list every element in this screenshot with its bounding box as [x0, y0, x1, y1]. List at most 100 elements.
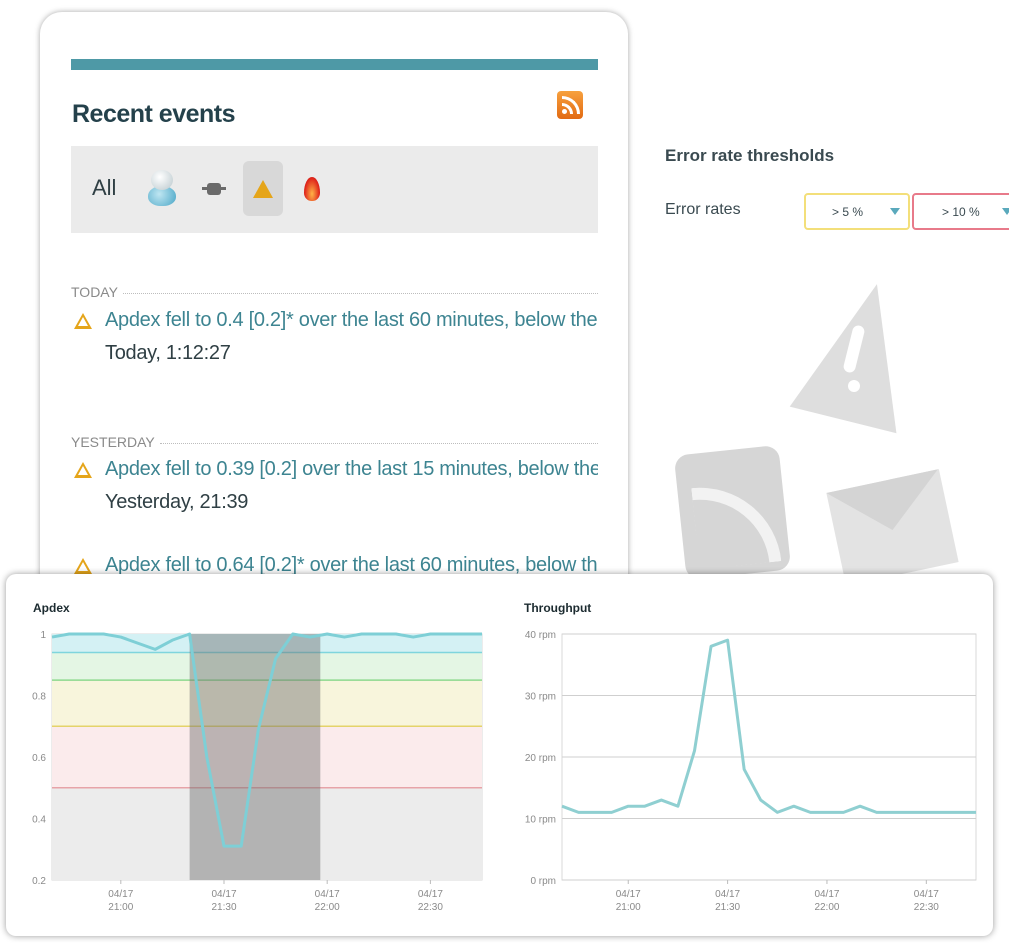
user-icon[interactable] [148, 170, 176, 206]
data-point [223, 845, 226, 848]
y-tick-label: 10 rpm [525, 815, 556, 826]
x-tick-label: 22:30 [914, 902, 939, 913]
data-point [257, 728, 260, 731]
x-tick-label: 21:30 [211, 902, 236, 913]
background-rss-icon [673, 444, 792, 581]
data-point [137, 642, 140, 645]
data-point [859, 805, 862, 808]
x-tick-label: 21:00 [108, 902, 133, 913]
x-tick-label: 22:30 [418, 902, 443, 913]
data-point [825, 811, 828, 814]
data-point [908, 811, 911, 814]
x-tick-label: 04/17 [418, 889, 443, 900]
event-item[interactable]: Apdex fell to 0.4 [0.2]* over the last 6… [71, 309, 598, 369]
data-point [975, 811, 978, 814]
divider [159, 442, 598, 444]
panel-accent-bar [71, 59, 598, 70]
data-point [776, 811, 779, 814]
x-tick-label: 04/17 [211, 889, 236, 900]
data-point [274, 657, 277, 660]
data-point [892, 811, 895, 814]
x-tick-label: 04/17 [315, 889, 340, 900]
y-tick-label: 0.4 [32, 815, 46, 826]
data-point [463, 633, 466, 636]
data-point [205, 756, 208, 759]
data-point [188, 633, 191, 636]
fire-icon[interactable] [304, 177, 320, 201]
filter-all-button[interactable]: All [92, 175, 116, 201]
charts-panel: Apdex Throughput 0.2 0.4 0.6 0.8 1 04/17 21:00… [6, 574, 993, 936]
warning-threshold-value: > 5 % [832, 205, 864, 219]
warning-threshold-select[interactable]: > 5 % [804, 193, 910, 230]
event-time: Today, 1:12:27 [105, 342, 231, 364]
data-point [68, 633, 71, 636]
data-point [643, 805, 646, 808]
data-point [102, 633, 105, 636]
event-item[interactable]: Apdex fell to 0.39 [0.2] over the last 1… [71, 458, 598, 518]
background-warning-dot [848, 380, 860, 392]
data-point [154, 648, 157, 651]
rss-feed-icon[interactable] [557, 91, 583, 119]
apdex-chart-title: Apdex [33, 601, 70, 615]
background-mail-icon [826, 469, 959, 586]
data-point [759, 799, 762, 802]
critical-threshold-select[interactable]: > 10 % [912, 193, 1009, 230]
day-header-yesterday: YESTERDAY [71, 434, 598, 450]
data-point [377, 633, 380, 636]
data-point [693, 749, 696, 752]
data-point [941, 811, 944, 814]
data-point [291, 633, 294, 636]
throughput-chart[interactable]: 0 rpm 10 rpm 20 rpm 30 rpm 40 rpm 04/17 21:00 0… [496, 619, 986, 929]
event-message[interactable]: Apdex fell to 0.4 [0.2]* over the last 6… [105, 309, 598, 332]
day-header-label: YESTERDAY [71, 434, 155, 450]
data-point [577, 811, 580, 814]
x-tick-label: 22:00 [814, 902, 839, 913]
data-point [842, 811, 845, 814]
data-point [240, 845, 243, 848]
data-point [561, 805, 564, 808]
divider [122, 292, 598, 294]
data-point [875, 811, 878, 814]
chevron-down-icon [890, 208, 900, 215]
x-tick-label: 04/17 [616, 889, 641, 900]
x-tick-label: 04/17 [715, 889, 740, 900]
x-tick-label: 22:00 [315, 902, 340, 913]
x-tick-label: 04/17 [814, 889, 839, 900]
data-point [481, 633, 484, 636]
chevron-down-icon [1002, 208, 1009, 215]
data-point [360, 633, 363, 636]
event-filter-bar: All [71, 146, 598, 233]
recent-events-panel: Recent events All TODAY Apdex fell to 0.… [40, 12, 628, 612]
data-point [51, 636, 54, 639]
background-warning-icon [789, 270, 931, 434]
error-rates-label: Error rates [665, 201, 741, 218]
throughput-chart-title: Throughput [524, 601, 592, 615]
warning-icon [74, 558, 92, 574]
x-tick-label: 04/17 [914, 889, 939, 900]
data-point [743, 768, 746, 771]
data-point [627, 805, 630, 808]
data-point [446, 633, 449, 636]
data-point [792, 805, 795, 808]
x-tick-label: 21:00 [616, 902, 641, 913]
data-point [395, 633, 398, 636]
data-point [412, 636, 415, 639]
day-header-label: TODAY [71, 284, 118, 300]
y-tick-label: 20 rpm [525, 753, 556, 764]
x-tick-label: 21:30 [715, 902, 740, 913]
data-point [85, 633, 88, 636]
thresholds-title: Error rate thresholds [665, 146, 835, 165]
data-point [710, 645, 713, 648]
data-point [171, 639, 174, 642]
apdex-chart[interactable]: 0.2 0.4 0.6 0.8 1 04/17 21:00 04/17 21:30 04/17 22… [6, 619, 486, 929]
day-header-today: TODAY [71, 284, 598, 300]
event-message[interactable]: Apdex fell to 0.39 [0.2] over the last 1… [105, 458, 598, 481]
warning-icon [74, 462, 92, 478]
y-tick-label: 1 [40, 630, 46, 641]
data-point [726, 639, 729, 642]
plug-icon[interactable] [202, 183, 226, 195]
warning-icon[interactable] [243, 161, 283, 216]
data-point [925, 811, 928, 814]
data-point [343, 636, 346, 639]
data-point [119, 636, 122, 639]
